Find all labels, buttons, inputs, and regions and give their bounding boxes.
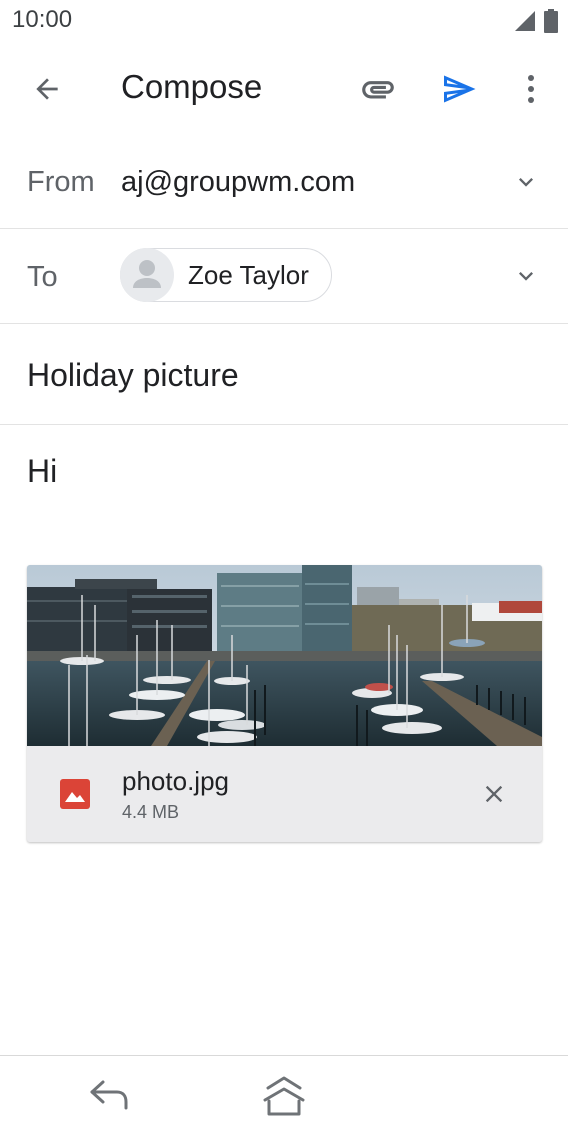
from-address[interactable]: aj@groupwm.com <box>121 166 355 199</box>
from-label: From <box>27 166 95 198</box>
nav-back-button[interactable] <box>85 1072 133 1120</box>
recipient-chip[interactable]: Zoe Taylor <box>120 248 332 302</box>
status-bar: 10:00 <box>0 0 568 40</box>
back-button[interactable] <box>26 68 68 110</box>
status-time: 10:00 <box>12 6 73 33</box>
chevron-down-icon <box>519 178 533 187</box>
signal-icon <box>515 11 535 31</box>
subject-field[interactable]: Holiday picture <box>27 357 239 394</box>
from-expand-button[interactable] <box>512 168 540 196</box>
battery-icon <box>544 9 558 33</box>
remove-attachment-button[interactable] <box>476 776 512 812</box>
nav-back-icon <box>90 1080 128 1110</box>
body-field[interactable]: Hi <box>27 453 57 490</box>
more-options-button[interactable] <box>514 68 548 110</box>
attach-button[interactable] <box>356 68 400 110</box>
send-button[interactable] <box>438 68 480 110</box>
close-icon <box>485 785 503 803</box>
to-expand-button[interactable] <box>512 262 540 290</box>
chevron-down-icon <box>519 272 533 281</box>
attachment-card[interactable]: photo.jpg 4.4 MB <box>27 565 542 842</box>
status-icons <box>514 9 558 33</box>
attachment-file-name: photo.jpg <box>122 766 229 796</box>
arrow-back-icon <box>36 78 58 100</box>
from-row: From aj@groupwm.com <box>0 136 568 229</box>
recipient-name: Zoe Taylor <box>188 259 309 290</box>
send-icon <box>444 75 476 103</box>
person-icon <box>133 260 161 288</box>
avatar <box>120 248 174 302</box>
attachment-preview-image <box>27 565 542 746</box>
to-row: To Zoe Taylor <box>0 229 568 324</box>
nav-home-icon <box>263 1076 305 1116</box>
attachment-footer: photo.jpg 4.4 MB <box>27 746 542 842</box>
page-title: Compose <box>121 68 263 105</box>
app-bar: Compose <box>0 40 568 136</box>
nav-home-button[interactable] <box>259 1072 309 1122</box>
paperclip-icon <box>362 81 394 99</box>
system-nav-bar <box>0 1055 568 1136</box>
to-label: To <box>27 261 58 293</box>
image-file-icon <box>60 779 90 809</box>
attachment-file-size: 4.4 MB <box>122 802 180 822</box>
subject-row: Holiday picture <box>0 324 568 425</box>
more-vert-icon <box>528 75 534 103</box>
